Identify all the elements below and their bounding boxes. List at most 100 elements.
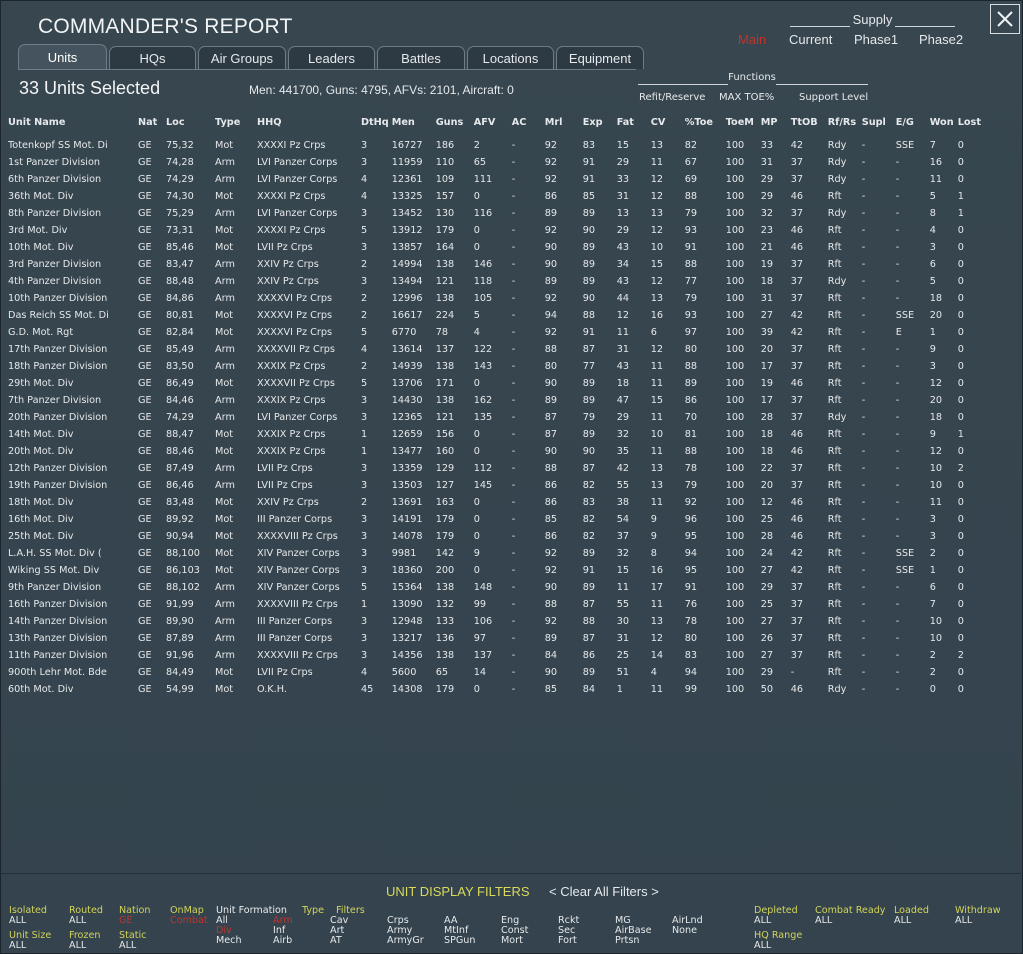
table-row[interactable]: 19th Panzer Division GE 86,46 Arm LVII Pz Cr… (5, 477, 989, 494)
table-row[interactable]: 18th Panzer Division GE 83,50 Arm XXXIX Pz C… (5, 358, 989, 375)
tab-locations[interactable]: Locations (467, 46, 554, 69)
filter-frozen[interactable]: Frozen ALL (69, 931, 100, 951)
type-option-armygr[interactable]: ArmyGr (387, 936, 424, 946)
filter-isolated[interactable]: Isolated ALL (9, 906, 47, 926)
filter-unit-size[interactable]: Unit Size ALL (9, 931, 51, 951)
supply-option-main[interactable]: Main (738, 32, 766, 47)
column-header[interactable]: AFV (471, 115, 509, 130)
table-row[interactable]: 8th Panzer Division GE 75,29 Arm LVI Panzer … (5, 205, 989, 222)
table-row[interactable]: Wiking SS Mot. Div GE 86,103 Mot XIV Panzer … (5, 562, 989, 579)
tab-leaders[interactable]: Leaders (288, 46, 375, 69)
column-header[interactable]: Men (389, 115, 433, 130)
filter-combat-ready[interactable]: Combat Ready ALL (815, 906, 885, 926)
column-header[interactable]: E/G (893, 115, 927, 130)
table-row[interactable]: 20th Panzer Division GE 74,29 Arm LVI Panzer… (5, 409, 989, 426)
table-row[interactable]: 4th Panzer Division GE 88,48 Arm XXIV Pz Crp… (5, 273, 989, 290)
tab-hqs[interactable]: HQs (109, 46, 196, 69)
table-row[interactable]: 60th Mot. Div GE 54,99 Mot O.K.H. 45 14308 179 0… (5, 681, 989, 698)
table-row[interactable]: 14th Panzer Division GE 89,90 Arm III Panzer… (5, 613, 989, 630)
table-row[interactable]: 16th Panzer Division GE 91,99 Arm XXXXVIII P… (5, 596, 989, 613)
table-row[interactable]: 14th Mot. Div GE 88,47 Mot XXXIX Pz Crps 1 126… (5, 426, 989, 443)
supply-option-phase1[interactable]: Phase1 (854, 32, 898, 47)
column-header[interactable]: TtOB (788, 115, 825, 130)
table-row[interactable]: 13th Panzer Division GE 87,89 Arm III Panzer… (5, 630, 989, 647)
table-cell: XXXXVIII Pz Crps (257, 599, 338, 610)
table-cell: XIV Panzer Corps (257, 582, 340, 593)
table-row[interactable]: 3rd Mot. Div GE 73,31 Mot XXXXI Pz Crps 5 1391… (5, 222, 989, 239)
column-header[interactable]: AC (509, 115, 542, 130)
column-header[interactable]: Exp (580, 115, 614, 130)
table-row[interactable]: Totenkopf SS Mot. Di GE 75,32 Mot XXXXI Pz C… (5, 137, 989, 154)
clear-all-filters-button[interactable]: < Clear All Filters > (549, 884, 659, 899)
filter-onmap[interactable]: OnMap Combat (170, 906, 208, 926)
table-row[interactable]: 3rd Panzer Division GE 83,47 Arm XXIV Pz Crp… (5, 256, 989, 273)
table-row[interactable]: 1st Panzer Division GE 74,28 Arm LVI Panzer … (5, 154, 989, 171)
table-row[interactable]: 6th Panzer Division GE 74,29 Arm LVI Panzer … (5, 171, 989, 188)
close-button[interactable] (990, 4, 1020, 34)
table-row[interactable]: 12th Panzer Division GE 87,49 Arm LVII Pz Cr… (5, 460, 989, 477)
type-option-at[interactable]: AT (330, 936, 342, 946)
type-option-spgun[interactable]: SPGun (444, 936, 475, 946)
filter-static[interactable]: Static ALL (119, 931, 146, 951)
table-row[interactable]: G.D. Mot. Rgt GE 82,84 Mot XXXXVI Pz Crps 5 67… (5, 324, 989, 341)
column-header[interactable]: CV (648, 115, 682, 130)
table-row[interactable]: 17th Panzer Division GE 85,49 Arm XXXXVII Pz… (5, 341, 989, 358)
table-row[interactable]: 16th Mot. Div GE 89,92 Mot III Panzer Corps 3… (5, 511, 989, 528)
column-header[interactable]: Guns (433, 115, 471, 130)
table-row[interactable]: 900th Lehr Mot. Bde GE 84,49 Mot LVII Pz Crp… (5, 664, 989, 681)
tab-equipment[interactable]: Equipment (556, 46, 644, 69)
column-header[interactable]: Fat (614, 115, 648, 130)
table-row[interactable]: 10th Mot. Div GE 85,46 Mot LVII Pz Crps 3 1385… (5, 239, 989, 256)
column-header[interactable]: Won (927, 115, 955, 130)
column-header[interactable]: ToeM (723, 115, 758, 130)
max-toe-button[interactable]: MAX TOE% (719, 92, 774, 103)
column-header[interactable]: HHQ (254, 115, 358, 130)
column-header[interactable]: Type (212, 115, 254, 130)
type-option-fort[interactable]: Fort (558, 936, 577, 946)
tab-battles[interactable]: Battles (377, 46, 465, 69)
support-level-button[interactable]: Support Level (799, 92, 868, 103)
column-header[interactable]: Unit Name (5, 115, 135, 130)
table-row[interactable]: 20th Mot. Div GE 88,46 Mot XXXIX Pz Crps 1 134… (5, 443, 989, 460)
table-cell: - (895, 650, 900, 661)
filter-withdraw[interactable]: Withdraw ALL (955, 906, 1001, 926)
type-option-none[interactable]: None (672, 926, 697, 936)
type-option-prtsn[interactable]: Prtsn (615, 936, 639, 946)
supply-option-current[interactable]: Current (789, 32, 832, 47)
table-cell: 16th Mot. Div (8, 514, 74, 525)
column-header[interactable]: Loc (163, 115, 212, 130)
table-row[interactable]: 29th Mot. Div GE 86,49 Mot XXXXVII Pz Crps 5 1… (5, 375, 989, 392)
table-row[interactable]: 10th Panzer Division GE 84,86 Arm XXXXVI Pz … (5, 290, 989, 307)
column-header[interactable]: MP (758, 115, 788, 130)
filter-routed[interactable]: Routed ALL (69, 906, 103, 926)
column-header[interactable]: %Toe (682, 115, 723, 130)
column-header[interactable]: Mrl (542, 115, 580, 130)
refit-reserve-button[interactable]: Refit/Reserve (639, 92, 705, 103)
column-header[interactable]: Nat (135, 115, 163, 130)
table-row[interactable]: 11th Panzer Division GE 91,96 Arm XXXXVIII P… (5, 647, 989, 664)
column-header[interactable]: DtHq (358, 115, 389, 130)
table-row[interactable]: L.A.H. SS Mot. Div (GE 88,100 Mot XIV Panze… (5, 545, 989, 562)
formation-option-mech[interactable]: Mech (216, 936, 242, 946)
filter-depleted[interactable]: Depleted ALL (754, 906, 798, 926)
table-row[interactable]: 25th Mot. Div GE 90,94 Mot XXXXVIII Pz Crps 3… (5, 528, 989, 545)
column-header[interactable]: Rf/Rs (825, 115, 859, 130)
table-row[interactable]: 36th Mot. Div GE 74,30 Mot XXXXI Pz Crps 4 133… (5, 188, 989, 205)
table-cell: 91 (582, 157, 596, 168)
table-row[interactable]: 18th Mot. Div GE 83,48 Mot XXIV Pz Crps 2 1369… (5, 494, 989, 511)
type-option-airb[interactable]: Airb (273, 936, 292, 946)
tab-units[interactable]: Units (18, 44, 107, 69)
table-cell: 1 (616, 684, 623, 695)
filter-loaded[interactable]: Loaded ALL (894, 906, 929, 926)
table-cell: 11 (929, 497, 943, 508)
table-row[interactable]: 9th Panzer Division GE 88,102 Arm XIV Panzer… (5, 579, 989, 596)
filter-nation[interactable]: Nation GE (119, 906, 150, 926)
column-header[interactable]: Supl (859, 115, 893, 130)
type-option-mort[interactable]: Mort (501, 936, 523, 946)
table-row[interactable]: Das Reich SS Mot. Di GE 80,81 Mot XXXXVI Pz … (5, 307, 989, 324)
column-header[interactable]: Lost (955, 115, 989, 130)
supply-option-phase2[interactable]: Phase2 (919, 32, 963, 47)
filter-hq-range[interactable]: HQ Range ALL (754, 931, 802, 951)
tab-air-groups[interactable]: Air Groups (198, 46, 286, 69)
table-row[interactable]: 7th Panzer Division GE 84,46 Arm XXXIX Pz Cr… (5, 392, 989, 409)
